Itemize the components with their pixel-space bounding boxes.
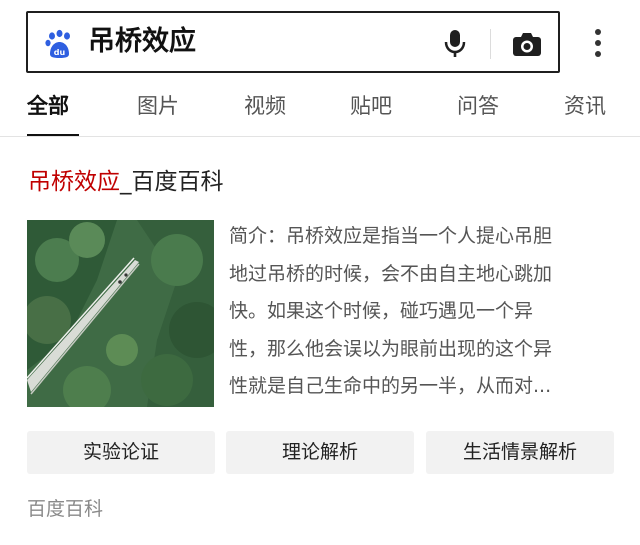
chip-experiment-proof[interactable]: 实验论证 xyxy=(27,431,215,474)
result-title-link[interactable]: 吊桥效应_百度百科 xyxy=(28,166,224,198)
svg-text:du: du xyxy=(54,48,66,57)
tab-news[interactable]: 资讯 xyxy=(564,92,606,120)
tab-images[interactable]: 图片 xyxy=(137,92,179,120)
more-vertical-icon[interactable] xyxy=(588,28,608,60)
summary-line: 快。如果这个时候，碰巧遇见一个异 xyxy=(229,300,534,322)
tab-videos[interactable]: 视频 xyxy=(244,92,286,120)
summary-line: 地过吊桥的时候，会不由自主地心跳加 xyxy=(229,262,553,285)
summary-line: 简介：吊桥效应是指当一个人提心吊胆 xyxy=(229,225,553,247)
search-tabs: 全部 图片 视频 贴吧 问答 资讯 xyxy=(0,84,640,137)
microphone-icon[interactable] xyxy=(442,28,468,60)
tab-tieba[interactable]: 贴吧 xyxy=(350,92,392,120)
tab-qa[interactable]: 问答 xyxy=(457,92,499,120)
chip-life-scenario-analysis[interactable]: 生活情景解析 xyxy=(426,431,614,474)
toolbar-divider xyxy=(490,29,491,59)
tab-all[interactable]: 全部 xyxy=(27,92,69,120)
divider xyxy=(0,136,640,137)
search-box[interactable]: du 吊桥效应 xyxy=(26,11,560,73)
summary-line: 性，那么他会误以为眼前出现的这个异 xyxy=(229,337,553,360)
suspension-bridge-thumbnail[interactable] xyxy=(27,220,214,407)
search-input[interactable]: 吊桥效应 xyxy=(88,25,196,59)
camera-icon[interactable] xyxy=(512,30,542,58)
result-summary: 简介：吊桥效应是指当一个人提心吊胆 地过吊桥的时候，会不由自主地心跳加 快。如果… xyxy=(229,218,609,406)
title-rest: _百度百科 xyxy=(120,169,224,195)
title-highlight: 吊桥效应 xyxy=(28,169,120,195)
summary-line: 性就是自己生命中的另一半，从而对... xyxy=(229,375,552,397)
result-source: 百度百科 xyxy=(27,498,104,520)
baidu-paw-icon: du xyxy=(45,29,70,58)
chip-theory-analysis[interactable]: 理论解析 xyxy=(226,431,414,474)
